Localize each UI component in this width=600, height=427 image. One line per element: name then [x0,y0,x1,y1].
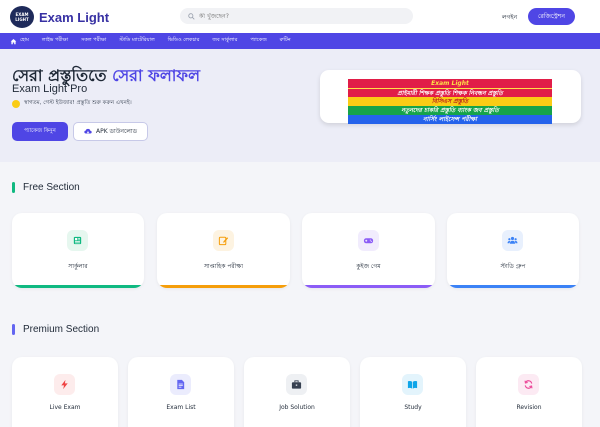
file-list-icon [170,374,191,395]
nav-item-label: জব সার্কুলার [212,37,238,43]
hero-section: সেরা প্রস্তুতিতে সেরা ফলাফল Exam Light P… [0,49,600,162]
card-label: Exam List [166,404,196,411]
promo-banner[interactable]: Exam Light প্রাইমারী শিক্ষক প্রস্তুতি শি… [320,70,581,124]
nav-item-routine[interactable]: রুটিন [280,37,291,45]
card-label: সাপ্তাহিক পরীক্ষা [203,263,244,270]
smile-icon [12,100,20,108]
card-label: Revision [516,404,542,411]
nav-item-video-lecture[interactable]: ভিডিও লেকচার [168,37,200,45]
section-accent-bar [12,324,15,335]
hero-subtitle: Exam Light Pro [12,83,88,95]
nav-item-live-exam[interactable]: লাইভ পরীক্ষা [42,37,68,45]
cloud-download-icon [84,128,92,134]
nav-item-label: সকল পরীক্ষা [81,37,107,43]
card-live-exam[interactable]: Live Exam [12,357,118,427]
nav-item-study-material[interactable]: স্টাডি ম্যাটেরিয়াল [119,37,154,45]
home-icon [10,38,17,44]
apk-label: APK ডাউনলোড [95,128,137,135]
card-stripe [302,285,435,288]
nav-item-home[interactable]: হোম [10,37,29,45]
card-label: সার্কুলার [68,263,88,270]
card-job-solution[interactable]: Job Solution [244,357,350,427]
card-weekly-exam[interactable]: সাপ্তাহিক পরীক্ষা [157,213,290,288]
card-stripe [157,285,290,288]
nav-item-label: হোম [20,37,29,43]
edit-icon [213,230,234,251]
login-link[interactable]: লগইন [502,12,517,23]
gamepad-icon [358,230,379,251]
nav-item-label: রুটিন [279,37,291,43]
logo[interactable]: EXAM LIGHT Exam Light [10,6,109,28]
card-stripe [447,285,579,288]
search-bar[interactable] [180,8,413,24]
bolt-icon [54,374,75,395]
card-label: Live Exam [49,404,81,411]
buy-package-button[interactable]: প্যাকেজ কিনুন [12,122,68,141]
search-input[interactable] [199,12,399,20]
nav-item-label: স্টাডি ম্যাটেরিয়াল [119,37,155,43]
main-nav: হোম লাইভ পরীক্ষা সকল পরীক্ষা স্টাডি ম্যা… [0,33,600,49]
register-button[interactable]: রেজিস্ট্রেশন [528,8,575,25]
apk-download-button[interactable]: APK ডাউনলোড [73,122,148,141]
nav-item-package[interactable]: প্যাকেজ [250,37,266,45]
card-revision[interactable]: Revision [476,357,582,427]
logo-text: Exam Light [39,9,110,25]
premium-section-title: Premium Section [12,324,99,335]
search-icon [188,12,195,20]
card-study-group[interactable]: স্টাডি গ্রুপ [447,213,579,288]
section-title-text: Premium Section [23,324,100,335]
nav-item-label: লাইভ পরীক্ষা [41,37,69,43]
card-label: Study [404,404,422,411]
nav-item-label: ভিডিও লেকচার [167,37,200,43]
logo-badge: EXAM LIGHT [10,6,34,28]
card-label: কুইজ গেম [356,263,381,270]
greeting-text: স্বাগতম, গেস্ট ইউজার! প্রস্তুতি শুরু করু… [24,100,132,106]
users-icon [502,230,523,251]
book-icon [402,374,423,395]
free-section-title: Free Section [12,182,80,193]
card-label: স্টাডি গ্রুপ [500,263,526,270]
banner-line: নার্সিং লাইসেন্স পরীক্ষা [348,115,552,124]
hero-greeting: স্বাগতম, গেস্ট ইউজার! প্রস্তুতি শুরু করু… [12,100,132,108]
section-title-text: Free Section [23,182,80,193]
newspaper-icon [67,230,88,251]
sync-icon [518,374,539,395]
section-accent-bar [12,182,15,193]
card-stripe [12,285,144,288]
card-exam-list[interactable]: Exam List [128,357,234,427]
nav-item-job-circular[interactable]: জব সার্কুলার [212,37,237,45]
hero-title-accent: সেরা ফলাফল [112,66,201,85]
promo-banner-image: Exam Light প্রাইমারী শিক্ষক প্রস্তুতি শি… [348,79,552,124]
card-circular[interactable]: সার্কুলার [12,213,144,288]
nav-item-all-exams[interactable]: সকল পরীক্ষা [81,37,106,45]
nav-item-label: প্যাকেজ [250,37,267,43]
card-study[interactable]: Study [360,357,466,427]
card-label: Job Solution [279,404,315,411]
briefcase-icon [286,374,307,395]
card-quiz-game[interactable]: কুইজ গেম [302,213,435,288]
top-header: EXAM LIGHT Exam Light লগইন রেজিস্ট্রেশন [0,0,600,33]
